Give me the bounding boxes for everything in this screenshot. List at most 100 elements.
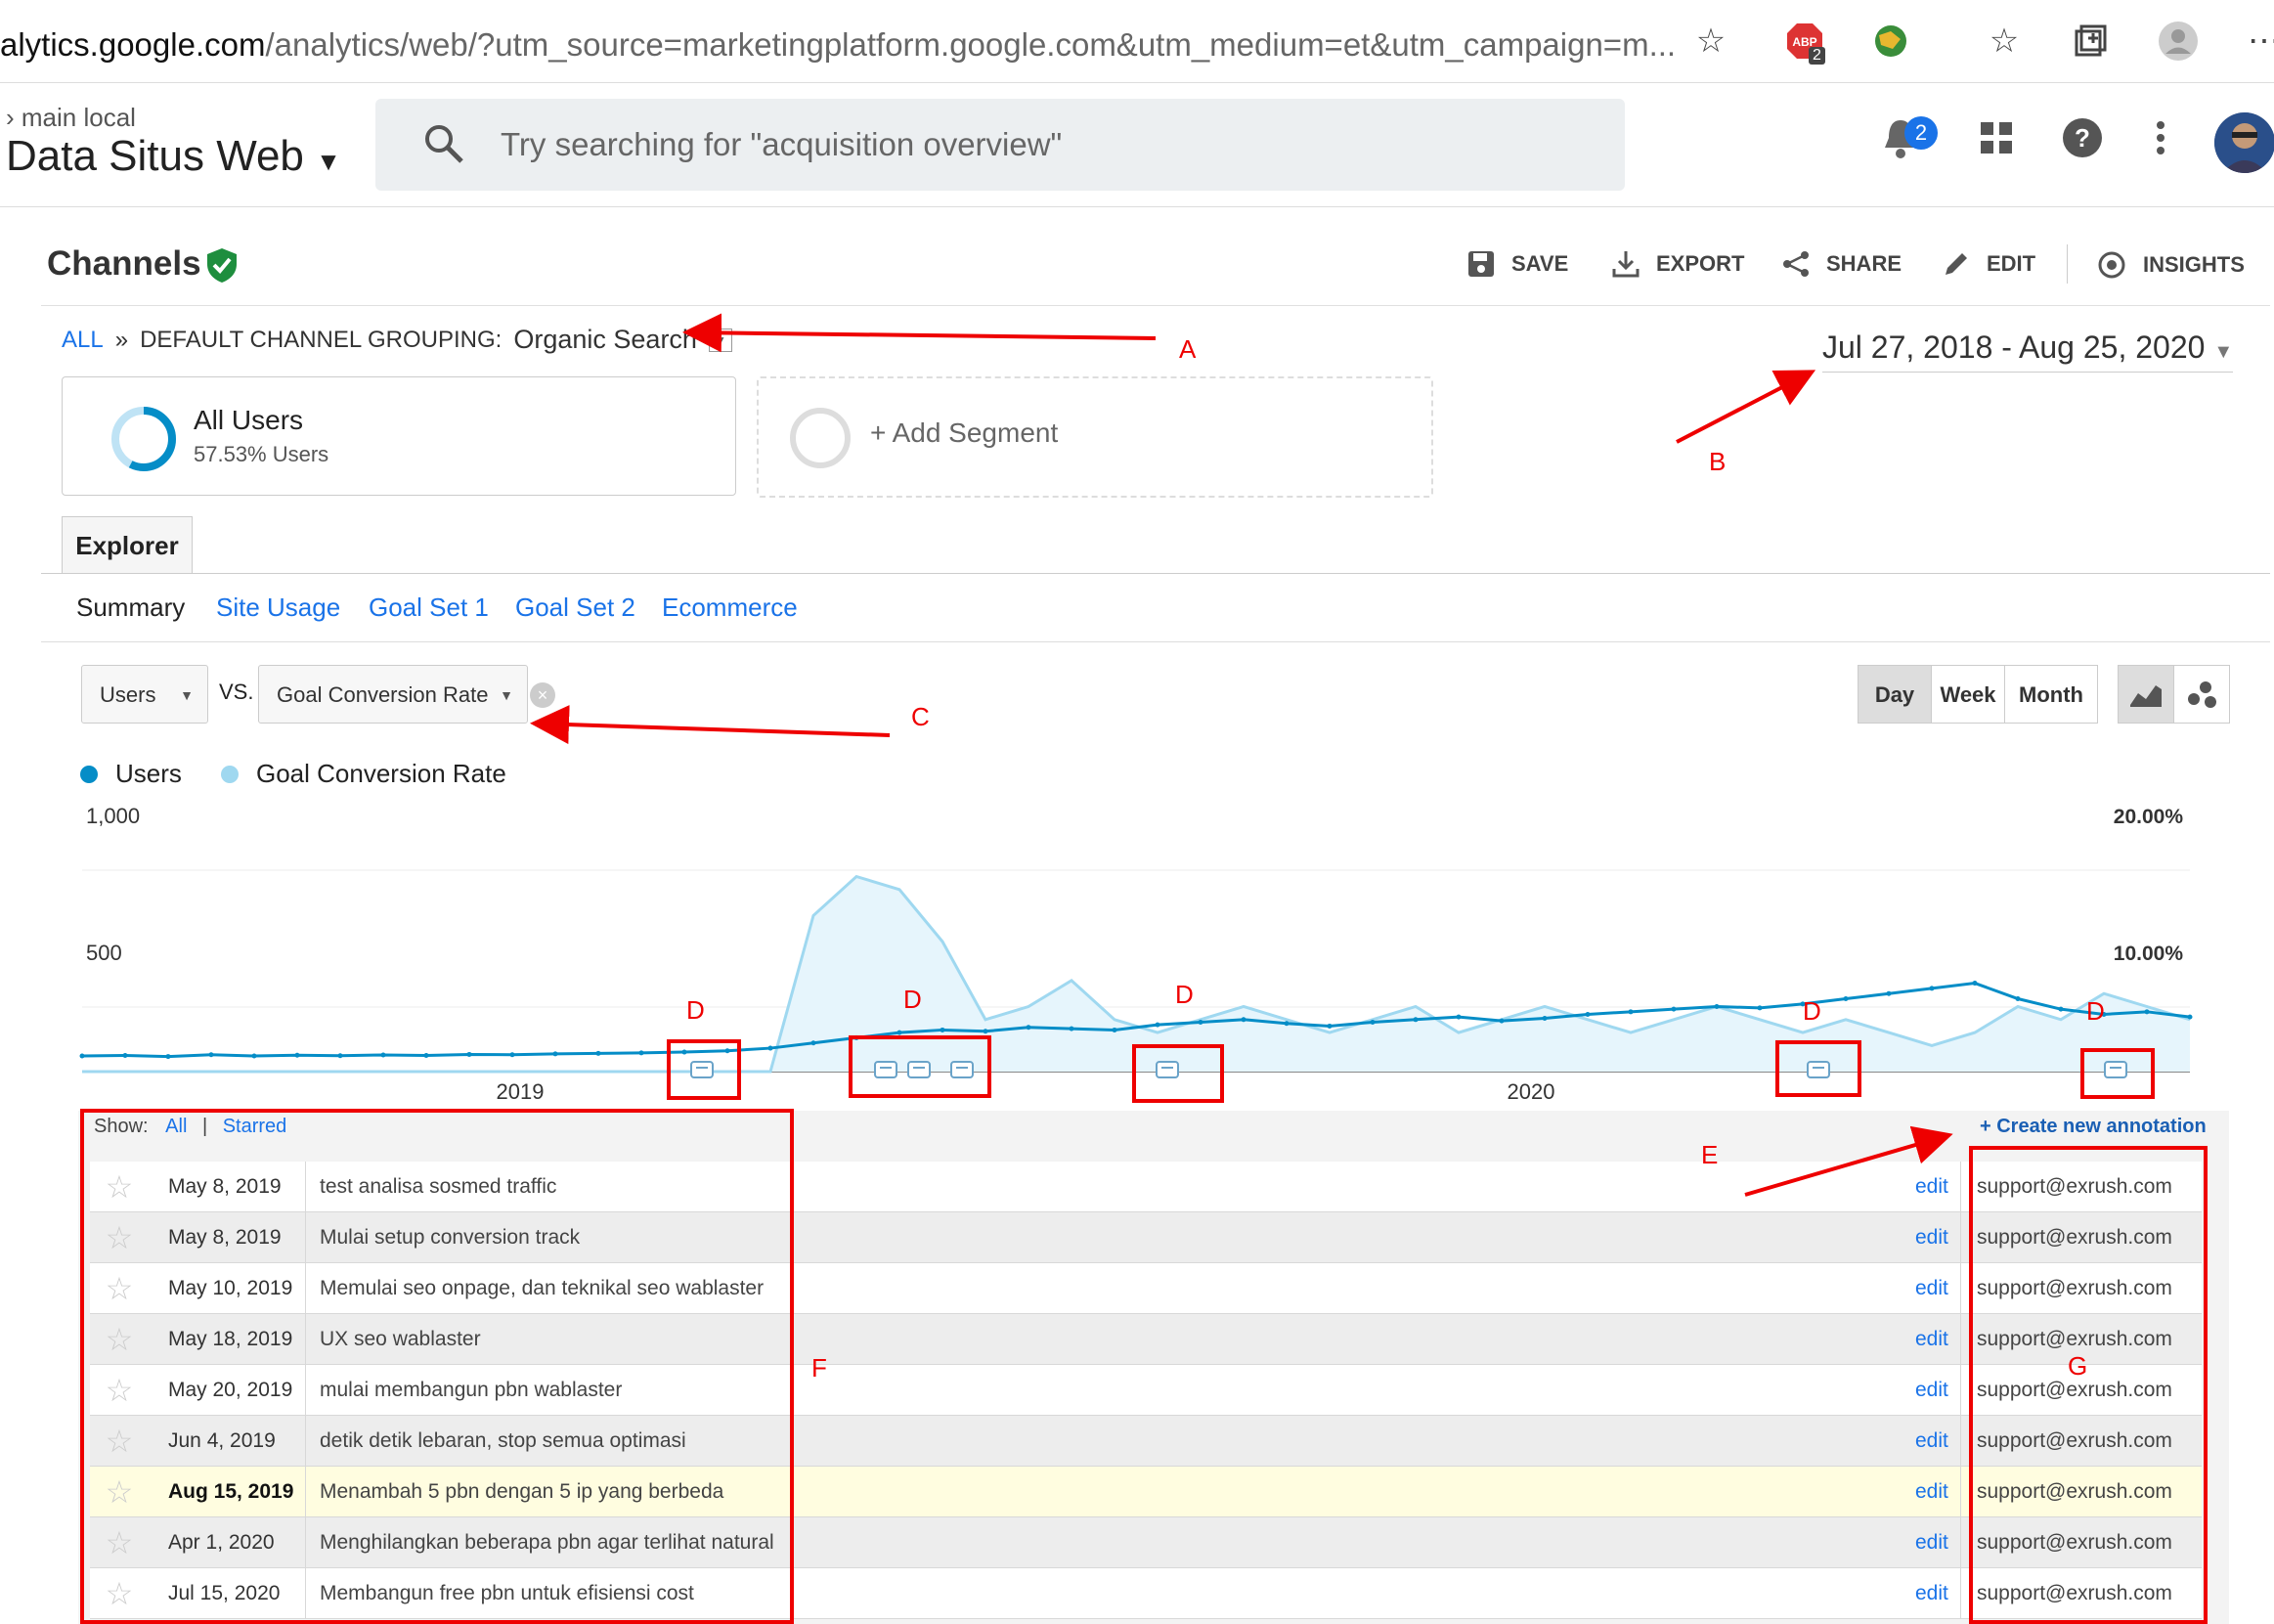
users-point <box>896 1030 902 1035</box>
y-left-tick-500: 500 <box>86 941 122 965</box>
line-chart-toggle-icon[interactable] <box>2118 665 2174 724</box>
account-breadcrumb[interactable]: › main local <box>6 103 136 133</box>
report-divider <box>41 305 2270 306</box>
vs-label: VS. <box>219 680 254 704</box>
annotation-edit-link[interactable]: edit <box>1915 1582 1960 1605</box>
users-point <box>208 1052 214 1058</box>
export-button[interactable]: EXPORT <box>1611 249 1744 279</box>
users-point <box>2015 996 2021 1002</box>
collections-icon[interactable] <box>2067 18 2114 65</box>
annotation-edit-link[interactable]: edit <box>1915 1531 1960 1555</box>
week-button[interactable]: Week <box>1931 665 2005 724</box>
subtab-goal-set-2[interactable]: Goal Set 2 <box>515 593 635 623</box>
annotation-edit-link[interactable]: edit <box>1915 1328 1960 1351</box>
tab-explorer[interactable]: Explorer <box>62 516 193 574</box>
save-button[interactable]: SAVE <box>1466 249 1568 279</box>
markup-box-d5 <box>2080 1048 2155 1099</box>
address-bar[interactable]: alytics.google.com/analytics/web/?utm_so… <box>0 14 1750 76</box>
annotation-edit-link[interactable]: edit <box>1915 1379 1960 1402</box>
edit-label: EDIT <box>1987 251 2036 276</box>
users-point <box>2058 1006 2064 1012</box>
goal-conversion-area <box>82 876 2190 1072</box>
markup-box-d2 <box>849 1035 991 1098</box>
segment-percentage: 57.53% Users <box>194 442 329 466</box>
metric-2-select[interactable]: Goal Conversion Rate ▼ <box>258 665 528 724</box>
users-point <box>509 1052 515 1058</box>
search-bar[interactable]: Try searching for "acquisition overview" <box>375 99 1625 191</box>
motion-chart-toggle-icon[interactable] <box>2173 665 2230 724</box>
users-point <box>1370 1019 1376 1025</box>
add-segment-button[interactable]: + Add Segment <box>757 376 1433 498</box>
users-point <box>1671 1006 1677 1012</box>
subtab-goal-set-1[interactable]: Goal Set 1 <box>369 593 489 623</box>
help-icon[interactable]: ? <box>2057 112 2108 163</box>
grouping-separator: » <box>114 326 129 353</box>
edit-button[interactable]: EDIT <box>1942 249 2035 279</box>
annotation-edit-link[interactable]: edit <box>1915 1175 1960 1199</box>
grouping-dropdown-icon[interactable]: ▼ <box>708 328 732 352</box>
users-point <box>1155 1022 1160 1028</box>
annotation-edit-link[interactable]: edit <box>1915 1429 1960 1453</box>
annotation-edit-link[interactable]: edit <box>1915 1226 1960 1250</box>
insights-label: INSIGHTS <box>2143 252 2245 277</box>
users-point <box>251 1053 257 1059</box>
x-tick-2020: 2020 <box>1508 1079 1555 1104</box>
users-point <box>2187 1014 2193 1020</box>
day-button[interactable]: Day <box>1858 665 1932 724</box>
users-point <box>1585 1011 1591 1017</box>
users-point <box>380 1052 386 1058</box>
users-point <box>2144 1009 2150 1015</box>
clear-metric-icon[interactable]: × <box>530 682 555 708</box>
caret-down-icon: ▼ <box>500 687 513 703</box>
markup-box-d1 <box>667 1039 741 1100</box>
all-users-segment[interactable]: All Users 57.53% Users <box>62 376 736 496</box>
y-right-tick-10: 10.00% <box>2114 943 2184 965</box>
profile-icon[interactable] <box>2155 18 2202 65</box>
share-label: SHARE <box>1826 251 1902 276</box>
insights-icon <box>2098 251 2125 279</box>
users-point <box>122 1053 128 1059</box>
annotation-edit-link[interactable]: edit <box>1915 1277 1960 1300</box>
users-legend-dot <box>80 765 98 783</box>
date-range-picker[interactable]: Jul 27, 2018 - Aug 25, 2020 ▼ <box>1822 329 2234 373</box>
all-link[interactable]: ALL <box>62 327 104 354</box>
users-point <box>1843 996 1849 1002</box>
users-point <box>1413 1017 1419 1023</box>
markup-label-d: D <box>903 985 922 1014</box>
insights-button[interactable]: INSIGHTS <box>2096 249 2245 281</box>
users-point <box>1198 1019 1203 1025</box>
users-point <box>79 1053 85 1059</box>
subtab-summary[interactable]: Summary <box>76 593 185 623</box>
goal-legend-dot <box>221 765 239 783</box>
action-divider <box>2067 244 2068 284</box>
markup-label-a: A <box>1179 334 1197 364</box>
subtab-ecommerce[interactable]: Ecommerce <box>662 593 798 623</box>
url-host: alytics.google.com <box>0 26 266 63</box>
tab-underline <box>41 573 2270 574</box>
browser-toolbar: alytics.google.com/analytics/web/?utm_so… <box>0 0 2274 83</box>
annotation-edit-link[interactable]: edit <box>1915 1480 1960 1504</box>
vertical-more-icon[interactable] <box>2135 112 2186 163</box>
users-point <box>1499 1018 1505 1024</box>
subtab-site-usage[interactable]: Site Usage <box>216 593 340 623</box>
create-annotation-link[interactable]: + Create new annotation <box>1980 1116 2207 1138</box>
property-selector[interactable]: Data Situs Web ▼ <box>6 132 341 181</box>
month-button[interactable]: Month <box>2004 665 2098 724</box>
users-point <box>595 1050 601 1056</box>
share-button[interactable]: SHARE <box>1781 249 1902 279</box>
users-point <box>767 1045 773 1051</box>
apps-grid-icon[interactable] <box>1971 112 2022 163</box>
y-left-tick-1000: 1,000 <box>86 804 140 828</box>
grouping-value: Organic Search <box>513 325 697 354</box>
favorites-icon[interactable]: ☆ <box>1981 18 2028 65</box>
bookmark-star-icon[interactable]: ☆ <box>1687 18 1734 65</box>
markup-label-c: C <box>911 702 930 731</box>
metric-1-select[interactable]: Users ▼ <box>81 665 208 724</box>
adblock-extension-icon[interactable]: ABP 2 <box>1781 18 1828 65</box>
x-tick-2019: 2019 <box>497 1079 545 1104</box>
globe-extension-icon[interactable] <box>1867 18 1914 65</box>
more-menu-icon[interactable]: ⋯ <box>2241 18 2274 65</box>
caret-down-icon: ▼ <box>316 147 341 176</box>
user-avatar[interactable] <box>2214 112 2274 173</box>
markup-box-d4 <box>1775 1040 1861 1097</box>
